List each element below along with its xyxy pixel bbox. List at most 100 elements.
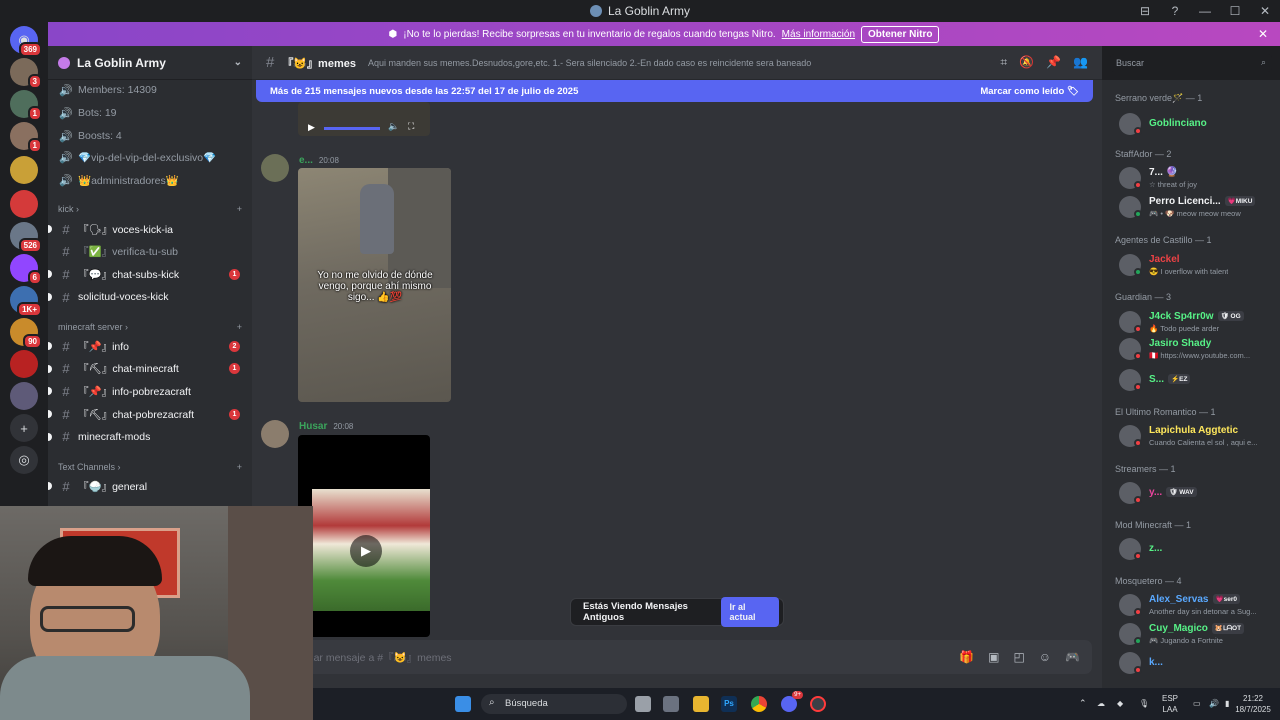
server-icon[interactable] <box>10 190 38 218</box>
minimize-button[interactable]: — <box>1190 4 1220 18</box>
member-item[interactable]: k... <box>1119 650 1279 676</box>
add-channel-icon[interactable]: + <box>237 462 242 472</box>
tray-chevron-icon[interactable]: ⌃ <box>1079 698 1087 709</box>
server-icon[interactable]: ◉ 369 <box>10 26 42 57</box>
member-item[interactable]: Jasiro Shady 🇵🇪 https://www.youtube.com..… <box>1119 336 1279 362</box>
chevron-down-icon[interactable]: ⌄ <box>234 57 242 68</box>
nitro-more-info-link[interactable]: Más información <box>782 29 855 40</box>
add-server-icon[interactable]: + <box>10 414 38 442</box>
avatar[interactable] <box>261 420 289 448</box>
channel-item[interactable]: # 『✅』verifica-tu-sub <box>48 242 252 262</box>
onedrive-icon[interactable]: ☁ <box>1097 698 1105 709</box>
emoji-icon[interactable]: ☺ <box>1039 650 1051 664</box>
server-icon[interactable]: 1K+ <box>10 286 42 317</box>
guild-stat[interactable]: 🔊 Boosts: 4 <box>48 126 252 146</box>
gif-icon[interactable]: ▣ <box>988 650 999 664</box>
chrome-icon[interactable] <box>751 696 767 712</box>
photoshop-icon[interactable]: Ps <box>721 696 737 712</box>
video-progress[interactable] <box>324 127 380 130</box>
category-kick[interactable]: kick › + <box>58 204 242 214</box>
server-icon[interactable]: 3 <box>10 58 42 89</box>
guild-header[interactable]: La Goblin Army ⌄ <box>48 46 252 80</box>
server-icon[interactable]: 526 <box>10 222 42 253</box>
discover-icon[interactable]: ◎ <box>10 446 38 474</box>
microphone-icon[interactable]: 🎙 <box>1139 698 1149 709</box>
close-button[interactable]: ✕ <box>1250 4 1280 18</box>
pin-icon[interactable]: 📌 <box>1046 55 1061 70</box>
server-icon[interactable]: 6 <box>10 254 42 285</box>
activities-icon[interactable]: 🎮 <box>1065 650 1080 664</box>
member-item[interactable]: Lapichula Aggtetic Cuando Calienta el sol… <box>1119 423 1279 449</box>
app-icon[interactable] <box>810 696 826 712</box>
volume-icon[interactable]: 🔊 <box>1209 698 1219 709</box>
channel-item[interactable]: # 『📌』info 2 <box>48 336 252 356</box>
clock[interactable]: 21:22 18/7/2025 <box>1232 693 1274 715</box>
guild-stat[interactable]: 🔊 Bots: 19 <box>48 103 252 123</box>
add-channel-icon[interactable]: + <box>237 322 242 332</box>
taskbar-search[interactable]: ⌕ Búsqueda <box>481 694 627 714</box>
gift-icon[interactable]: 🎁 <box>959 650 974 664</box>
help-icon[interactable]: ? <box>1160 4 1190 18</box>
mark-read-button[interactable]: Marcar como leído 🏷 <box>980 86 1079 97</box>
member-item[interactable]: y... 🛡 WAV <box>1119 480 1279 506</box>
notifications-muted-icon[interactable]: 🔕 <box>1019 55 1034 70</box>
server-icon[interactable] <box>10 382 38 410</box>
server-icon[interactable] <box>10 156 38 184</box>
video-attachment-previous[interactable]: ▶ 🔈 ⛶ <box>298 102 430 136</box>
play-icon[interactable]: ▶ <box>308 122 315 133</box>
volume-icon[interactable]: 🔈 <box>388 121 399 132</box>
sticker-icon[interactable]: ◰ <box>1013 650 1024 664</box>
member-item[interactable]: z... <box>1119 536 1279 562</box>
inbox-icon[interactable]: ⊟ <box>1130 4 1160 18</box>
guild-stat[interactable]: 🔊 Members: 14309 <box>48 80 252 100</box>
battery-icon[interactable]: ▮ <box>1225 698 1229 709</box>
message-composer[interactable]: viar mensaje a #『😺』memes 🎁 ▣ ◰ ☺ 🎮 <box>266 640 1092 674</box>
channel-topic[interactable]: Aqui manden sus memes.Desnudos,gore,etc.… <box>368 58 811 68</box>
get-nitro-button[interactable]: Obtener Nitro <box>861 25 940 43</box>
file-explorer-icon[interactable] <box>693 696 709 712</box>
channel-item[interactable]: # 『📌』info-pobrezacraft <box>48 381 252 401</box>
member-item[interactable]: Jackel 😎 I overflow with talent <box>1119 252 1279 278</box>
channel-item[interactable]: # 『🗣』voces-kick-ia <box>48 219 252 239</box>
voice-channel[interactable]: 🔊 👑administradores👑 <box>48 170 252 190</box>
display-icon[interactable]: ▭ <box>1193 698 1201 709</box>
language-indicator[interactable]: ESP LAA <box>1162 693 1178 715</box>
category-text-channels[interactable]: Text Channels › + <box>58 462 242 472</box>
members-icon[interactable]: 👥 <box>1073 55 1088 70</box>
start-icon[interactable] <box>455 696 471 712</box>
channel-item[interactable]: # minecraft-mods <box>48 427 252 447</box>
channel-item[interactable]: # 『💬』chat-subs-kick 1 <box>48 264 252 284</box>
message-author[interactable]: e... 20:08 <box>299 155 339 166</box>
video-attachment[interactable]: ▶ <box>298 435 430 637</box>
category-minecraft[interactable]: minecraft server › + <box>58 322 242 332</box>
app-icon[interactable] <box>663 696 679 712</box>
channel-item[interactable]: # solicitud-voces-kick <box>48 287 252 307</box>
image-attachment[interactable]: Yo no me olvido de dónde vengo, porque a… <box>298 168 451 402</box>
channel-item[interactable]: # 『🍚』general <box>48 476 252 496</box>
discord-icon[interactable]: 9+ <box>781 691 803 712</box>
member-item[interactable]: Alex_Servas 💗ser0 Another day sin detonar … <box>1119 592 1279 618</box>
member-item[interactable]: 7... 🔮 ☆ threat of joy <box>1119 165 1279 191</box>
voice-channel[interactable]: 🔊 💎vip-del-vip-del-exclusivo💎 <box>48 147 252 167</box>
jump-to-present-button[interactable]: Ir al actual <box>721 597 779 627</box>
close-banner-icon[interactable]: ✕ <box>1258 27 1268 41</box>
message-author[interactable]: Husar 20:08 <box>299 421 353 432</box>
member-item[interactable]: J4ck Sp4rr0w 🛡 OG 🔥 Todo puede arder <box>1119 309 1279 335</box>
play-icon[interactable]: ▶ <box>350 535 382 567</box>
search-input[interactable]: Buscar ⌕ <box>1110 54 1272 72</box>
threads-icon[interactable]: ⌗ <box>1000 55 1007 70</box>
member-item[interactable]: Perro Licenci... 💗MIKU 🎮 • 🐶 meow meow meo… <box>1119 194 1279 220</box>
channel-item[interactable]: # 『⛏』chat-minecraft 1 <box>48 359 252 379</box>
channel-item[interactable]: # 『⛏』chat-pobrezacraft 1 <box>48 404 252 424</box>
server-icon[interactable]: 90 <box>10 318 42 349</box>
add-channel-icon[interactable]: + <box>237 204 242 214</box>
member-item[interactable]: S... ⚡EZ <box>1119 367 1279 393</box>
avatar[interactable] <box>261 154 289 182</box>
server-icon[interactable]: 1 <box>10 90 42 121</box>
member-item[interactable]: Goblinciano <box>1119 111 1279 137</box>
tray-app-icon[interactable]: ◆ <box>1117 698 1123 709</box>
new-messages-bar[interactable]: Más de 215 mensajes nuevos desde las 22:… <box>256 80 1093 102</box>
server-icon[interactable] <box>10 350 38 378</box>
search-icon[interactable]: ⌕ <box>1261 57 1266 68</box>
task-view-icon[interactable] <box>635 696 651 712</box>
